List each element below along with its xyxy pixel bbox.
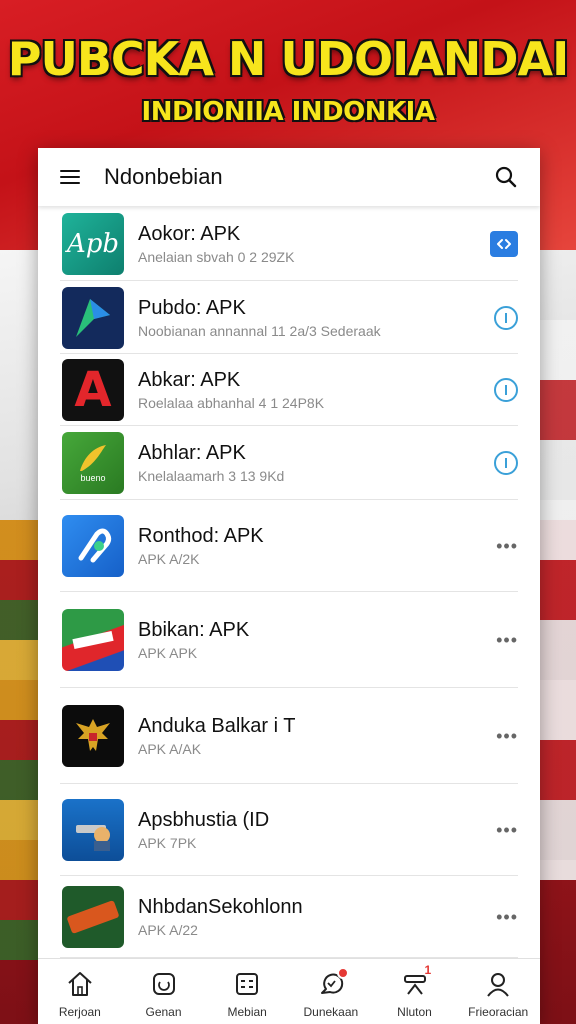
more-options-icon[interactable]: ••• bbox=[496, 821, 518, 839]
app-icon-text: Apb bbox=[66, 228, 120, 259]
app-icon-abhlar: bueno bbox=[62, 432, 124, 494]
nav-label: Rerjoan bbox=[58, 1005, 101, 1019]
info-button[interactable] bbox=[494, 305, 518, 330]
app-list-item[interactable]: Anduka Balkar i T APK A/AK ••• bbox=[38, 688, 540, 784]
app-subtitle: Noobianan annannal 11 2a/3 Sederaak bbox=[138, 322, 381, 339]
app-icon-nhbdan bbox=[62, 886, 124, 948]
app-icon-text: bueno bbox=[80, 473, 106, 483]
character-logo-icon bbox=[76, 825, 110, 851]
app-list-item[interactable]: bueno Abhlar: APK Knelalaamarh 3 13 9Kd bbox=[38, 426, 540, 500]
info-button[interactable] bbox=[494, 378, 518, 402]
info-icon bbox=[505, 385, 507, 395]
app-subtitle: Anelaian sbvah 0 2 29ZK bbox=[138, 248, 295, 265]
app-bar: Ndonbebian bbox=[38, 148, 540, 206]
arrow-logo-icon bbox=[76, 298, 110, 337]
app-name: Aokor: APK bbox=[138, 222, 241, 245]
app-name: Apsbhustia (ID bbox=[138, 809, 270, 831]
leaf-logo-icon bbox=[80, 445, 106, 471]
app-icon-apsbhustia bbox=[62, 799, 124, 861]
app-name: Pubdo: APK bbox=[138, 296, 246, 319]
more-options-icon[interactable]: ••• bbox=[496, 908, 518, 926]
app-list: Apb Aokor: APK Anelaian sbvah 0 2 29ZK P… bbox=[38, 206, 540, 958]
app-list-item[interactable]: Bbikan: APK APK APK ••• bbox=[38, 592, 540, 688]
banner-title: PUBCKA N UDOIANDAI bbox=[7, 32, 569, 86]
nav-label: Genan bbox=[145, 1005, 182, 1019]
nav-item-updates[interactable]: 1 Nluton bbox=[373, 959, 457, 1024]
app-icon-ronthod bbox=[62, 515, 124, 577]
app-text: Apsbhustia (ID APK 7PK bbox=[138, 809, 540, 851]
app-text: Abhlar: APK Knelalaamarh 3 13 9Kd bbox=[138, 442, 540, 484]
banner-subtitle: INDIONIIA INDONKIA bbox=[141, 97, 435, 127]
app-icon-aokor: Apb bbox=[62, 212, 124, 275]
app-subtitle: Knelalaamarh 3 13 9Kd bbox=[138, 468, 285, 484]
app-name: NhbdanSekohlonn bbox=[138, 896, 303, 918]
icon-stripe bbox=[72, 630, 114, 650]
icon-ribbon bbox=[66, 899, 120, 935]
app-subtitle: Roelalaa abhanhal 4 1 24P8K bbox=[138, 395, 325, 411]
nav-label: Nluton bbox=[397, 1005, 432, 1019]
background-shelf-left bbox=[0, 520, 40, 960]
home-icon bbox=[68, 972, 92, 996]
nav-label: Dunekaan bbox=[303, 1005, 359, 1019]
app-list-item[interactable]: NhbdanSekohlonn APK A/22 ••• bbox=[38, 876, 540, 958]
download-button[interactable] bbox=[490, 230, 518, 257]
app-text: Anduka Balkar i T APK A/AK bbox=[138, 715, 540, 757]
garuda-emblem-icon bbox=[76, 719, 110, 751]
bottom-navigation: Rerjoan Genan Mebian Dunekaan 1 Nluton F… bbox=[38, 958, 540, 1024]
app-list-item[interactable]: Ronthod: APK APK A/2K ••• bbox=[38, 500, 540, 592]
app-icon-text: A bbox=[74, 362, 112, 418]
notification-badge bbox=[336, 967, 349, 979]
nav-item-games[interactable]: Genan bbox=[122, 959, 206, 1024]
app-text: Bbikan: APK APK APK bbox=[138, 619, 540, 661]
nav-label: Frieoracian bbox=[468, 1005, 529, 1019]
app-list-item[interactable]: A Abkar: APK Roelalaa abhanhal 4 1 24P8K bbox=[38, 354, 540, 426]
app-text: NhbdanSekohlonn APK A/22 bbox=[138, 896, 540, 938]
more-options-icon[interactable]: ••• bbox=[496, 631, 518, 649]
app-icon-pubdo bbox=[62, 286, 124, 349]
more-options-icon[interactable]: ••• bbox=[496, 727, 518, 745]
app-list-item[interactable]: Apb Aokor: APK Anelaian sbvah 0 2 29ZK bbox=[38, 206, 540, 281]
app-name: Anduka Balkar i T bbox=[138, 715, 296, 737]
nav-label: Mebian bbox=[227, 1005, 267, 1019]
app-subtitle: APK APK bbox=[138, 645, 198, 661]
app-text: Pubdo: APK Noobianan annannal 11 2a/3 Se… bbox=[138, 297, 540, 339]
search-icon[interactable] bbox=[494, 165, 518, 189]
app-text: Ronthod: APK APK A/2K bbox=[138, 525, 540, 567]
app-subtitle: APK A/2K bbox=[138, 551, 200, 567]
nav-item-downloads[interactable]: Dunekaan bbox=[289, 959, 373, 1024]
app-name: Abkar: APK bbox=[138, 369, 241, 391]
app-list-item[interactable]: Pubdo: APK Noobianan annannal 11 2a/3 Se… bbox=[38, 281, 540, 354]
app-screen: Ndonbebian Apb Aokor: APK Anelaian sbvah… bbox=[38, 148, 540, 1024]
app-subtitle: APK 7PK bbox=[138, 835, 197, 851]
app-name: Abhlar: APK bbox=[138, 442, 246, 464]
app-name: Bbikan: APK bbox=[138, 619, 250, 641]
app-icon-anduka bbox=[62, 705, 124, 767]
games-icon bbox=[152, 973, 175, 995]
info-button[interactable] bbox=[494, 451, 518, 475]
info-icon bbox=[505, 312, 507, 323]
app-list-item[interactable]: Apsbhustia (ID APK 7PK ••• bbox=[38, 784, 540, 876]
app-bar-title: Ndonbebian bbox=[104, 164, 223, 189]
hamburger-icon[interactable] bbox=[60, 170, 80, 184]
nav-item-profile[interactable]: Frieoracian bbox=[456, 959, 540, 1024]
nav-item-home[interactable]: Rerjoan bbox=[38, 959, 122, 1024]
profile-icon bbox=[487, 973, 509, 997]
promo-banner: PUBCKA N UDOIANDAI INDIONIIA INDONKIA bbox=[0, 24, 576, 130]
paperclip-logo-icon bbox=[78, 528, 112, 563]
app-subtitle: APK A/22 bbox=[138, 922, 198, 938]
info-icon bbox=[505, 458, 507, 468]
app-icon-bbikan bbox=[62, 609, 124, 671]
background-shelf-right bbox=[538, 320, 576, 880]
app-text: Abkar: APK Roelalaa abhanhal 4 1 24P8K bbox=[138, 369, 540, 411]
more-options-icon[interactable]: ••• bbox=[496, 537, 518, 555]
app-name: Ronthod: APK bbox=[138, 525, 264, 547]
nav-item-apps[interactable]: Mebian bbox=[205, 959, 289, 1024]
updates-badge-count: 1 bbox=[424, 963, 432, 977]
apps-grid-icon bbox=[236, 973, 259, 995]
app-subtitle: APK A/AK bbox=[138, 741, 202, 757]
download-arrows-icon bbox=[497, 238, 511, 249]
app-text: Aokor: APK Anelaian sbvah 0 2 29ZK bbox=[138, 223, 540, 265]
app-icon-abkar: A bbox=[62, 359, 124, 421]
